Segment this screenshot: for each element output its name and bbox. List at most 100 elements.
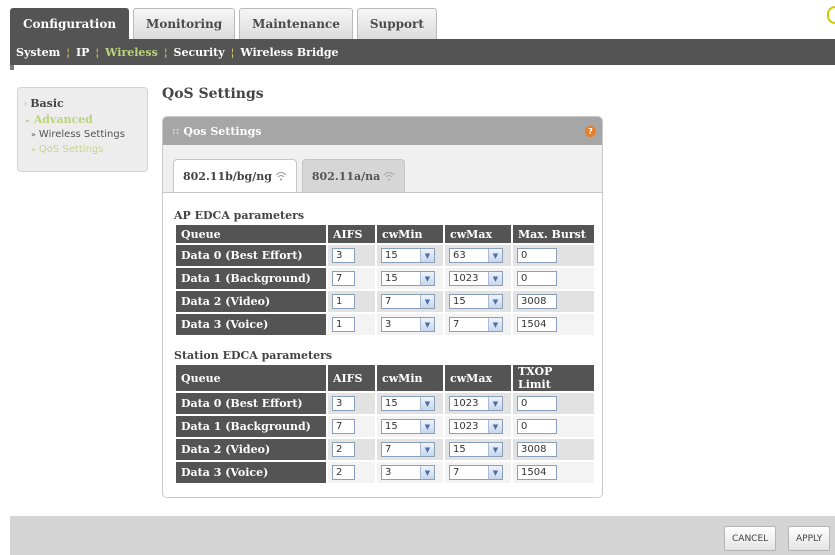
subnav-wireless[interactable]: Wireless: [105, 46, 158, 59]
last-cell: 3008: [513, 291, 594, 312]
cwmax-value: 7: [453, 319, 460, 330]
cwmax-select[interactable]: 63 ▼: [449, 248, 503, 263]
aifs-input[interactable]: 1: [332, 317, 355, 332]
cwmin-select[interactable]: 7 ▼: [381, 294, 435, 309]
cwmin-cell: 15 ▼: [377, 268, 443, 289]
subnav-security[interactable]: Security: [174, 46, 225, 59]
txop-limit-input[interactable]: 0: [517, 396, 557, 411]
station-edca-label: Station EDCA parameters: [174, 349, 333, 362]
cwmin-select[interactable]: 15 ▼: [381, 396, 435, 411]
chevron-down-icon: ▼: [420, 272, 434, 285]
cwmax-value: 15: [453, 444, 466, 455]
menu-basic[interactable]: › Basic: [24, 95, 147, 111]
column-header: AIFS: [328, 225, 375, 243]
tab-maintenance[interactable]: Maintenance: [239, 8, 353, 39]
grip-icon: ::: [172, 125, 180, 137]
subnav-separator: ¦: [230, 45, 235, 59]
apply-button[interactable]: APPLY: [788, 526, 831, 551]
chevron-down-icon: ▼: [488, 249, 502, 262]
txop-limit-input[interactable]: 1504: [517, 465, 557, 480]
footer-bar: CANCEL APPLY: [10, 516, 835, 555]
cancel-button[interactable]: CANCEL: [724, 526, 777, 551]
chevron-down-icon: ▼: [488, 295, 502, 308]
subnav-system[interactable]: System: [16, 46, 60, 59]
tab-802-11ana[interactable]: 802.11a/na: [301, 159, 406, 192]
tab-configuration[interactable]: Configuration: [10, 8, 130, 39]
aifs-input[interactable]: 2: [332, 465, 355, 480]
last-cell: 1504: [513, 462, 594, 483]
subnav-shadow: [10, 65, 14, 70]
aifs-input[interactable]: 3: [332, 396, 355, 411]
ap-edca-rows: Data 0 (Best Effort) 3 15 ▼ 63 ▼ 0 Data 1 (Back…: [176, 245, 594, 335]
chevron-down-icon: ▼: [488, 443, 502, 456]
cwmax-select[interactable]: 7 ▼: [449, 317, 503, 332]
tab-802-11ana-label: 802.11a/na: [311, 169, 381, 183]
station-edca-rows: Data 0 (Best Effort) 3 15 ▼ 1023 ▼ 0 Data 1 (Ba…: [176, 393, 594, 483]
cwmin-cell: 7 ▼: [377, 439, 443, 460]
menu-advanced[interactable]: ⌄ Advanced: [24, 111, 147, 127]
cwmin-select[interactable]: 7 ▼: [381, 442, 435, 457]
column-header: cwMax: [445, 365, 511, 391]
subnav-separator: ¦: [95, 45, 100, 59]
subnav-ip[interactable]: IP: [76, 46, 89, 59]
cwmax-select[interactable]: 7 ▼: [449, 465, 503, 480]
double-chevron-icon: »: [31, 130, 36, 139]
max-burst-input[interactable]: 3008: [517, 294, 557, 309]
cwmin-cell: 3 ▼: [377, 314, 443, 335]
cwmin-select[interactable]: 15 ▼: [381, 419, 435, 434]
tab-monitoring[interactable]: Monitoring: [133, 8, 236, 39]
help-icon[interactable]: ?: [585, 126, 596, 137]
cwmax-select[interactable]: 1023 ▼: [449, 271, 503, 286]
max-burst-input[interactable]: 0: [517, 248, 557, 263]
cwmax-cell: 15 ▼: [445, 291, 511, 312]
cwmax-select[interactable]: 15 ▼: [449, 442, 503, 457]
aifs-input[interactable]: 7: [332, 419, 355, 434]
last-cell: 0: [513, 245, 594, 266]
cwmax-cell: 1023 ▼: [445, 268, 511, 289]
cwmin-select[interactable]: 3 ▼: [381, 317, 435, 332]
aifs-cell: 2: [328, 462, 375, 483]
aifs-input[interactable]: 2: [332, 442, 355, 457]
chevron-down-icon: ▼: [420, 295, 434, 308]
cwmax-value: 1023: [453, 398, 479, 409]
table-row: Data 1 (Background) 7 15 ▼ 1023 ▼ 0: [176, 416, 594, 437]
cwmin-select[interactable]: 15 ▼: [381, 271, 435, 286]
tab-content: AP EDCA parameters Queue AIFS cwMin cwMa…: [163, 192, 602, 497]
cwmax-select[interactable]: 1023 ▼: [449, 419, 503, 434]
subnav-wireless-bridge[interactable]: Wireless Bridge: [240, 46, 338, 59]
queue-label: Data 2 (Video): [176, 291, 326, 312]
tab-support[interactable]: Support: [356, 8, 437, 39]
chevron-down-icon: ▼: [420, 318, 434, 331]
menu-qos-settings[interactable]: » QoS Settings: [24, 142, 147, 157]
chevron-down-icon: ⌄: [24, 114, 31, 124]
max-burst-input[interactable]: 0: [517, 271, 557, 286]
cwmin-cell: 15 ▼: [377, 416, 443, 437]
cwmin-value: 7: [385, 296, 392, 307]
cwmax-cell: 1023 ▼: [445, 416, 511, 437]
cwmin-select[interactable]: 3 ▼: [381, 465, 435, 480]
aifs-cell: 7: [328, 268, 375, 289]
subnav-separator: ¦: [163, 45, 168, 59]
aifs-input[interactable]: 1: [332, 294, 355, 309]
menu-wireless-settings[interactable]: » Wireless Settings: [24, 127, 147, 142]
cwmax-select[interactable]: 15 ▼: [449, 294, 503, 309]
aifs-cell: 2: [328, 439, 375, 460]
txop-limit-input[interactable]: 3008: [517, 442, 557, 457]
chevron-down-icon: ▼: [420, 466, 434, 479]
band-tabs: 802.11b/bg/ng 802.11a/na: [173, 159, 406, 192]
panel-body: 802.11b/bg/ng 802.11a/na AP EDCA paramet…: [163, 145, 602, 497]
wifi-icon: [383, 172, 395, 181]
aifs-cell: 1: [328, 291, 375, 312]
tab-802-11bgng[interactable]: 802.11b/bg/ng: [173, 159, 297, 192]
page-title: QoS Settings: [162, 86, 264, 102]
max-burst-input[interactable]: 1504: [517, 317, 557, 332]
aifs-input[interactable]: 3: [332, 248, 355, 263]
cwmax-select[interactable]: 1023 ▼: [449, 396, 503, 411]
table-row: Data 3 (Voice) 2 3 ▼ 7 ▼ 1504: [176, 462, 594, 483]
last-cell: 1504: [513, 314, 594, 335]
wifi-icon: [275, 172, 287, 181]
cwmin-select[interactable]: 15 ▼: [381, 248, 435, 263]
aifs-input[interactable]: 7: [332, 271, 355, 286]
cwmin-cell: 15 ▼: [377, 393, 443, 414]
txop-limit-input[interactable]: 0: [517, 419, 557, 434]
